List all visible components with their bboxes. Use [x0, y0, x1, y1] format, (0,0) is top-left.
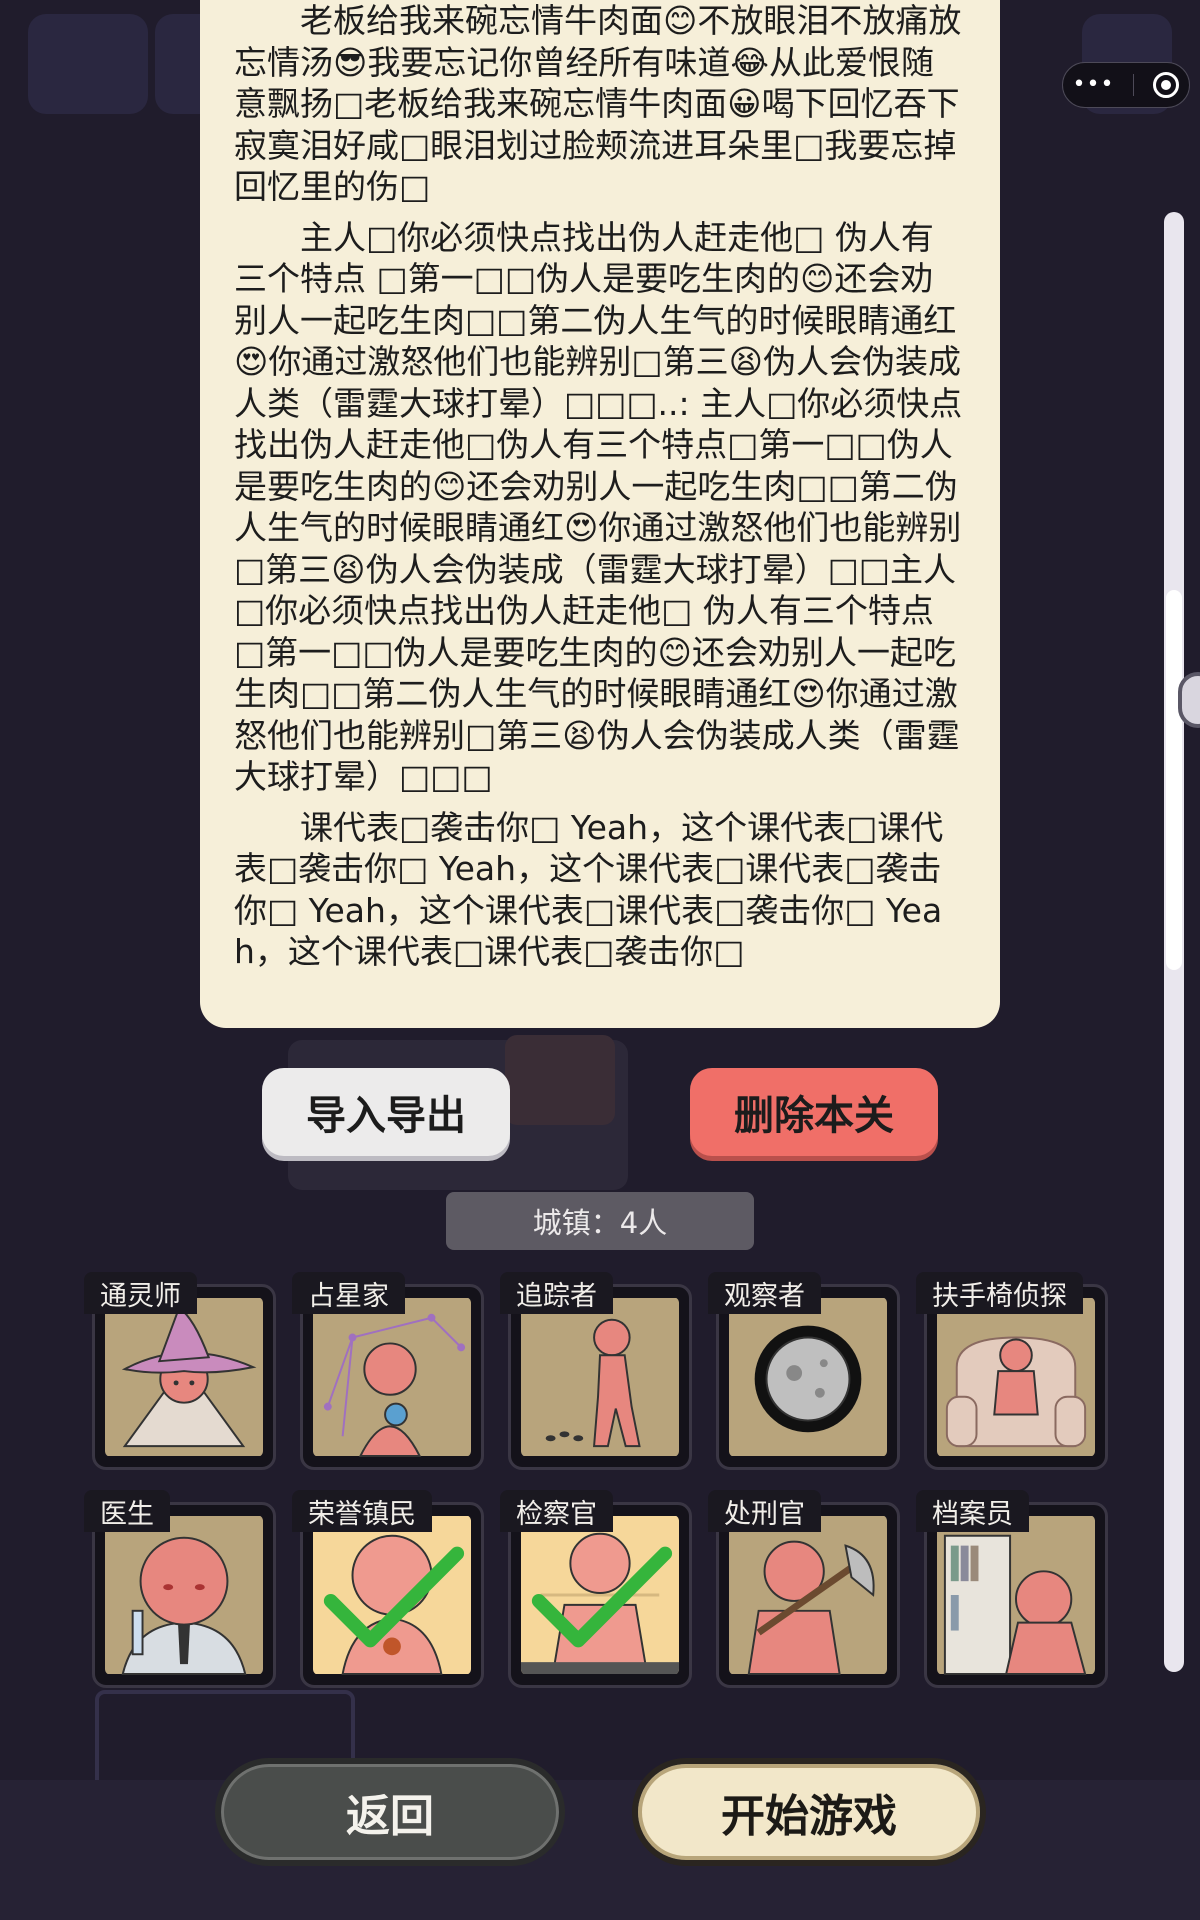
tracker-icon [521, 1297, 679, 1457]
role-name: 处刑官 [708, 1490, 821, 1532]
bg-stamp [505, 1035, 615, 1125]
level-text-panel[interactable]: 老板给我来碗忘情牛肉面😊不放眼泪不放痛放忘情汤😎我要忘记你曾经所有味道😂从此爱恨… [200, 0, 1000, 1028]
medium-witch-icon [105, 1297, 263, 1457]
observer-eye-icon [729, 1297, 887, 1457]
capsule-divider [1133, 74, 1135, 96]
role-card[interactable]: 观察者 [708, 1272, 900, 1470]
role-name: 扶手椅侦探 [916, 1272, 1083, 1314]
back-button[interactable]: 返回 [215, 1758, 565, 1866]
side-handle[interactable] [1178, 672, 1200, 728]
delete-level-button[interactable]: 删除本关 [690, 1068, 938, 1156]
scrollbar-thumb[interactable] [1166, 590, 1182, 970]
bg-bottom-bar [0, 1780, 1200, 1920]
role-card[interactable]: 追踪者 [500, 1272, 692, 1470]
role-name: 追踪者 [500, 1272, 613, 1314]
town-count-label: 城镇：4人 [446, 1192, 754, 1250]
role-card[interactable]: 档案员 [916, 1490, 1108, 1688]
role-card[interactable]: 医生 [84, 1490, 276, 1688]
role-name: 观察者 [708, 1272, 821, 1314]
role-card[interactable]: 通灵师 [84, 1272, 276, 1470]
start-game-button[interactable]: 开始游戏 [632, 1758, 986, 1866]
prosecutor-icon [521, 1515, 679, 1675]
text-paragraph: 主人□你必须快点找出伪人赶走他□ 伪人有三个特点 □第一□□伪人是要吃生肉的😊还… [234, 217, 963, 797]
astrologer-icon [313, 1297, 471, 1457]
executioner-icon [729, 1515, 887, 1675]
role-name: 占星家 [292, 1272, 405, 1314]
role-name: 档案员 [916, 1490, 1029, 1532]
role-card[interactable]: 荣誉镇民 [292, 1490, 484, 1688]
honorary-townsfolk-icon [313, 1515, 471, 1675]
role-name: 检察官 [500, 1490, 613, 1532]
role-name: 荣誉镇民 [292, 1490, 432, 1532]
armchair-detective-icon [937, 1297, 1095, 1457]
role-name: 医生 [84, 1490, 170, 1532]
text-paragraph: 老板给我来碗忘情牛肉面😊不放眼泪不放痛放忘情汤😎我要忘记你曾经所有味道😂从此爱恨… [234, 1, 962, 206]
target-icon[interactable] [1153, 72, 1180, 98]
doctor-icon [105, 1515, 263, 1675]
role-name: 通灵师 [84, 1272, 197, 1314]
text-paragraph: 课代表□袭击你□ Yeah，这个课代表□课代表□袭击你□ Yeah，这个课代表□… [234, 807, 944, 972]
role-card[interactable]: 检察官 [500, 1490, 692, 1688]
archivist-icon [937, 1515, 1095, 1675]
mini-program-capsule: ••• [1062, 62, 1190, 108]
role-grid: 通灵师 占星家 追踪者 观察者 扶手椅侦探 医生 荣誉镇民 检察官 处刑官 档案… [84, 1272, 1118, 1720]
import-export-button[interactable]: 导入导出 [262, 1068, 510, 1156]
role-card[interactable]: 占星家 [292, 1272, 484, 1470]
bg-app-icon [28, 14, 148, 114]
role-card[interactable]: 处刑官 [708, 1490, 900, 1688]
more-dots-icon[interactable]: ••• [1073, 74, 1115, 96]
role-card[interactable]: 扶手椅侦探 [916, 1272, 1108, 1470]
